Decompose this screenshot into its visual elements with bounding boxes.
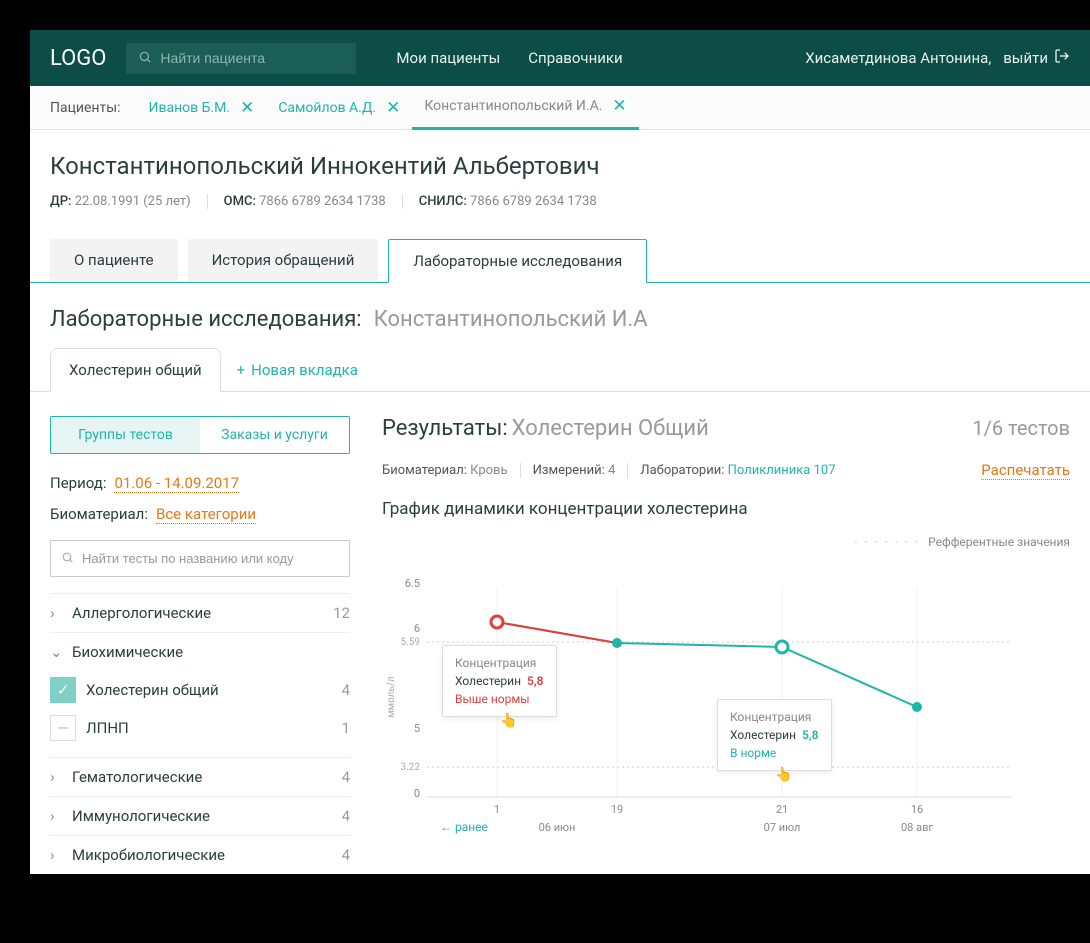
- logout-button[interactable]: выйти: [1003, 48, 1070, 68]
- period-picker[interactable]: 01.06 - 14.09.2017: [114, 474, 239, 493]
- inner-tab-cholesterol[interactable]: Холестерин общий: [50, 348, 221, 392]
- inner-tabs: Холестерин общий + Новая вкладка: [30, 348, 1090, 392]
- tab-lab[interactable]: Лабораторные исследования: [388, 239, 647, 283]
- checkbox-icon[interactable]: ✓: [50, 677, 76, 703]
- patient-tabs-label: Пациенты:: [50, 100, 120, 116]
- chart-tooltip-high: Концентрация Холестерин5,8 Выше нормы: [442, 645, 557, 717]
- patient-tab-3[interactable]: Константинопольский И.А. ✕: [412, 86, 638, 130]
- toggle-test-groups[interactable]: Группы тестов: [51, 417, 200, 453]
- chevron-right-icon: ›: [50, 846, 62, 864]
- svg-text:0: 0: [414, 787, 420, 800]
- nav-my-patients[interactable]: Мои пациенты: [396, 49, 500, 67]
- top-nav: Мои пациенты Справочники: [396, 49, 622, 67]
- patient-header: Константинопольский Иннокентий Альбертов…: [30, 130, 1090, 227]
- nav-reference[interactable]: Справочники: [528, 49, 622, 67]
- checkbox-icon[interactable]: —: [50, 715, 76, 741]
- main-tabs: О пациенте История обращений Лабораторны…: [30, 227, 1090, 283]
- close-icon[interactable]: ✕: [240, 98, 254, 118]
- main-panel: Результаты: Холестерин Общий 1/6 тестов …: [382, 416, 1070, 874]
- results-title: Результаты:: [382, 416, 508, 441]
- svg-text:16: 16: [911, 803, 923, 816]
- svg-text:07 июл: 07 июл: [764, 821, 801, 834]
- logo: LOGO: [50, 46, 106, 71]
- svg-text:3.22: 3.22: [401, 762, 421, 773]
- biomat-picker[interactable]: Все категории: [156, 505, 256, 524]
- svg-text:21: 21: [776, 803, 788, 816]
- group-allergy[interactable]: › Аллергологические 12: [50, 604, 350, 622]
- chart-tooltip-ok: Концентрация Холестерин5,8 В норме: [717, 699, 832, 771]
- global-search[interactable]: [126, 43, 356, 74]
- group-immunology[interactable]: › Иммунологические 4: [50, 807, 350, 825]
- svg-text:06 июн: 06 июн: [539, 821, 576, 834]
- chevron-right-icon: ›: [50, 807, 62, 825]
- svg-text:19: 19: [611, 803, 623, 816]
- svg-text:5.59: 5.59: [401, 637, 421, 648]
- svg-text:08 авг: 08 авг: [901, 821, 933, 834]
- logout-icon: [1054, 48, 1070, 68]
- view-toggle: Группы тестов Заказы и услуги: [50, 416, 350, 454]
- chart-title: График динамики концентрации холестерина: [382, 499, 1070, 519]
- earlier-link[interactable]: ← ранее: [440, 820, 488, 834]
- chart-legend: · · · · · · · Рефферентные значения: [382, 535, 1070, 549]
- top-bar: LOGO Мои пациенты Справочники Хисаметдин…: [30, 30, 1090, 86]
- add-tab-button[interactable]: + Новая вкладка: [237, 361, 358, 379]
- line-chart[interactable]: 6.5 6 5 0 5.59 3.22 ммоль/л: [382, 557, 1022, 847]
- search-icon: [61, 549, 74, 568]
- patient-tabs: Пациенты: Иванов Б.М. ✕ Самойлов А.Д. ✕ …: [30, 86, 1090, 130]
- results-subtitle: Холестерин Общий: [512, 416, 709, 441]
- test-search-input[interactable]: [82, 551, 339, 566]
- print-button[interactable]: Распечатать: [981, 461, 1070, 480]
- biomat-label: Биоматериал:: [50, 505, 148, 524]
- close-icon[interactable]: ✕: [386, 98, 400, 118]
- group-hematology[interactable]: › Гематологические 4: [50, 768, 350, 786]
- tab-about[interactable]: О пациенте: [50, 239, 178, 282]
- tab-history[interactable]: История обращений: [188, 239, 379, 282]
- group-biochem[interactable]: ⌄ Биохимические: [50, 643, 350, 661]
- user-block: Хисаметдинова Антонина, выйти: [805, 48, 1070, 68]
- patient-full-name: Константинопольский Иннокентий Альбертов…: [50, 152, 1070, 180]
- period-label: Период:: [50, 474, 106, 493]
- test-search[interactable]: [50, 540, 350, 577]
- chevron-right-icon: ›: [50, 768, 62, 786]
- chevron-down-icon: ⌄: [50, 643, 62, 661]
- toggle-orders[interactable]: Заказы и услуги: [200, 417, 349, 453]
- patient-tab-2[interactable]: Самойлов А.Д. ✕: [266, 86, 412, 130]
- lab-link[interactable]: Поликлиника 107: [728, 463, 836, 478]
- plus-icon: +: [237, 361, 246, 379]
- section-title: Лабораторные исследования: Константинопо…: [30, 283, 1090, 348]
- search-icon: [138, 49, 152, 68]
- cursor-icon: 👆: [775, 767, 792, 783]
- user-name: Хисаметдинова Антонина,: [805, 49, 991, 67]
- chevron-right-icon: ›: [50, 604, 62, 622]
- test-item-lpnp[interactable]: — ЛПНП 1: [50, 709, 350, 747]
- patient-tab-1[interactable]: Иванов Б.М. ✕: [136, 86, 266, 130]
- svg-text:1: 1: [494, 803, 500, 816]
- svg-text:6: 6: [414, 622, 420, 635]
- svg-text:5: 5: [414, 722, 420, 735]
- cursor-icon: 👆: [500, 713, 517, 729]
- results-count: 1/6 тестов: [972, 416, 1070, 440]
- svg-text:ммоль/л: ммоль/л: [386, 676, 397, 718]
- svg-text:6.5: 6.5: [405, 577, 420, 590]
- close-icon[interactable]: ✕: [612, 96, 626, 116]
- group-microbiology[interactable]: › Микробиологические 4: [50, 846, 350, 864]
- sidebar: Группы тестов Заказы и услуги Период: 01…: [50, 416, 350, 874]
- global-search-input[interactable]: [160, 50, 344, 66]
- test-item-cholesterol[interactable]: ✓ Холестерин общий 4: [50, 671, 350, 709]
